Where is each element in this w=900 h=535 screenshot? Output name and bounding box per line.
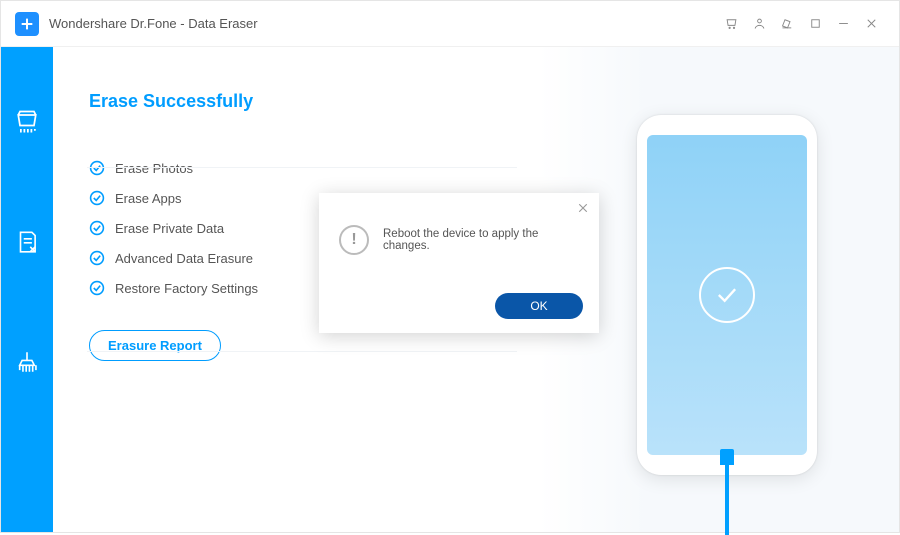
divider xyxy=(87,351,517,352)
minimize-button[interactable] xyxy=(829,10,857,38)
alert-icon: ! xyxy=(339,225,369,255)
check-icon xyxy=(89,280,105,296)
close-button[interactable] xyxy=(857,10,885,38)
divider xyxy=(87,167,517,168)
account-icon[interactable] xyxy=(745,10,773,38)
sidebar-item-report[interactable] xyxy=(12,227,42,257)
feedback-icon[interactable] xyxy=(773,10,801,38)
dialog-ok-button[interactable]: OK xyxy=(495,293,583,319)
phone-illustration xyxy=(637,115,817,475)
list-item-label: Erase Apps xyxy=(115,191,182,206)
list-item-label: Erase Photos xyxy=(115,161,193,176)
window-title: Wondershare Dr.Fone - Data Eraser xyxy=(49,16,258,31)
list-item-label: Restore Factory Settings xyxy=(115,281,258,296)
list-item-label: Erase Private Data xyxy=(115,221,224,236)
erasure-report-button[interactable]: Erasure Report xyxy=(89,330,221,361)
page-heading: Erase Successfully xyxy=(89,91,899,112)
cart-icon[interactable] xyxy=(717,10,745,38)
success-check-icon xyxy=(699,267,755,323)
reboot-dialog: ! Reboot the device to apply the changes… xyxy=(319,193,599,333)
sidebar xyxy=(1,47,53,532)
dialog-close-button[interactable] xyxy=(577,201,589,217)
restore-icon[interactable] xyxy=(801,10,829,38)
check-icon xyxy=(89,160,105,176)
check-icon xyxy=(89,220,105,236)
sidebar-item-erase[interactable] xyxy=(12,107,42,137)
sidebar-item-cleanup[interactable] xyxy=(12,347,42,377)
check-icon xyxy=(89,250,105,266)
list-item-label: Advanced Data Erasure xyxy=(115,251,253,266)
dialog-message: Reboot the device to apply the changes. xyxy=(383,228,587,252)
cable-illustration xyxy=(720,449,734,535)
titlebar: Wondershare Dr.Fone - Data Eraser xyxy=(1,1,899,47)
check-icon xyxy=(89,190,105,206)
app-logo xyxy=(15,12,39,36)
